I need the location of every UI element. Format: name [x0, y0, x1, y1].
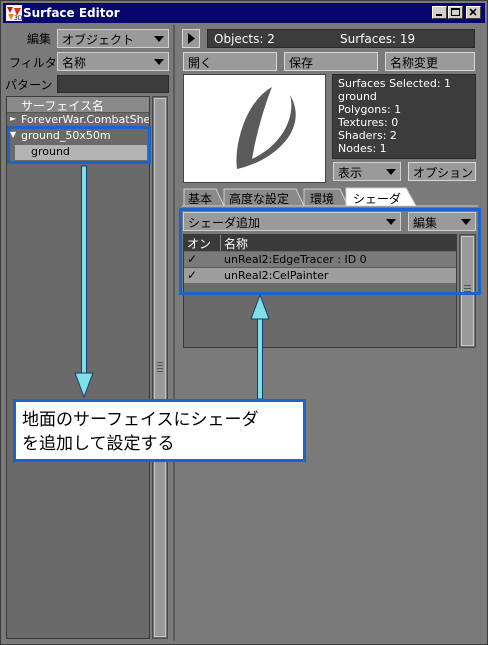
callout-box: 地面のサーフェイスにシェーダ を追加して設定する	[13, 399, 306, 462]
callout-line-2: を追加して設定する	[22, 434, 175, 454]
callout-line-1: 地面のサーフェイスにシェーダ	[22, 410, 259, 430]
surface-editor-window: 3D Surface Editor 編集 オブジェクト フィルタ 名称 パターン…	[0, 0, 488, 645]
annotation-arrows	[74, 165, 270, 400]
